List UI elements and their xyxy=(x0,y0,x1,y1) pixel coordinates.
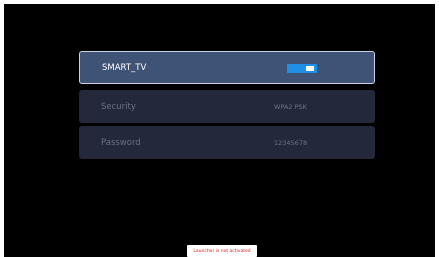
password-value: 12345678 xyxy=(274,138,308,147)
ssid-label: SMART_TV xyxy=(102,62,147,73)
tv-screen: SMART_TV Security WPA2 PSK Password 1234… xyxy=(4,4,435,257)
toggle-knob xyxy=(306,66,314,71)
password-row[interactable]: Password 12345678 xyxy=(79,126,375,159)
network-ssid-row[interactable]: SMART_TV xyxy=(79,51,375,84)
security-value: WPA2 PSK xyxy=(274,102,307,111)
security-row[interactable]: Security WPA2 PSK xyxy=(79,90,375,123)
hotspot-toggle[interactable] xyxy=(287,64,317,73)
password-label: Password xyxy=(101,137,141,148)
status-toast: Launcher is not activated xyxy=(187,245,257,257)
security-label: Security xyxy=(101,101,136,112)
